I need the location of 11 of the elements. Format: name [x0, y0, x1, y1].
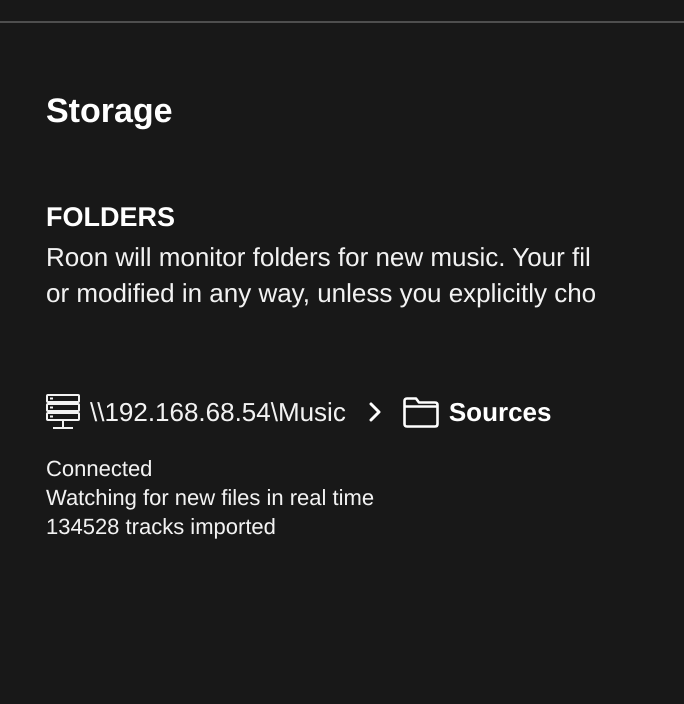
folder-icon	[402, 396, 439, 428]
chevron-right-icon	[368, 402, 382, 422]
page-title: Storage	[46, 91, 173, 131]
folder-name: Sources	[448, 396, 552, 428]
network-path: \\192.168.68.54\Music	[90, 396, 346, 428]
section-description: Roon will monitor folders for new music. Your fil or modified in any way, unless you explicitly cho	[46, 241, 596, 310]
status-text: Watching for new files in real time	[46, 484, 374, 512]
section-heading: FOLDERS	[46, 201, 176, 233]
status-text: Connected	[46, 455, 152, 483]
server-icon	[46, 394, 80, 430]
status-text: 134528 tracks imported	[46, 513, 276, 541]
